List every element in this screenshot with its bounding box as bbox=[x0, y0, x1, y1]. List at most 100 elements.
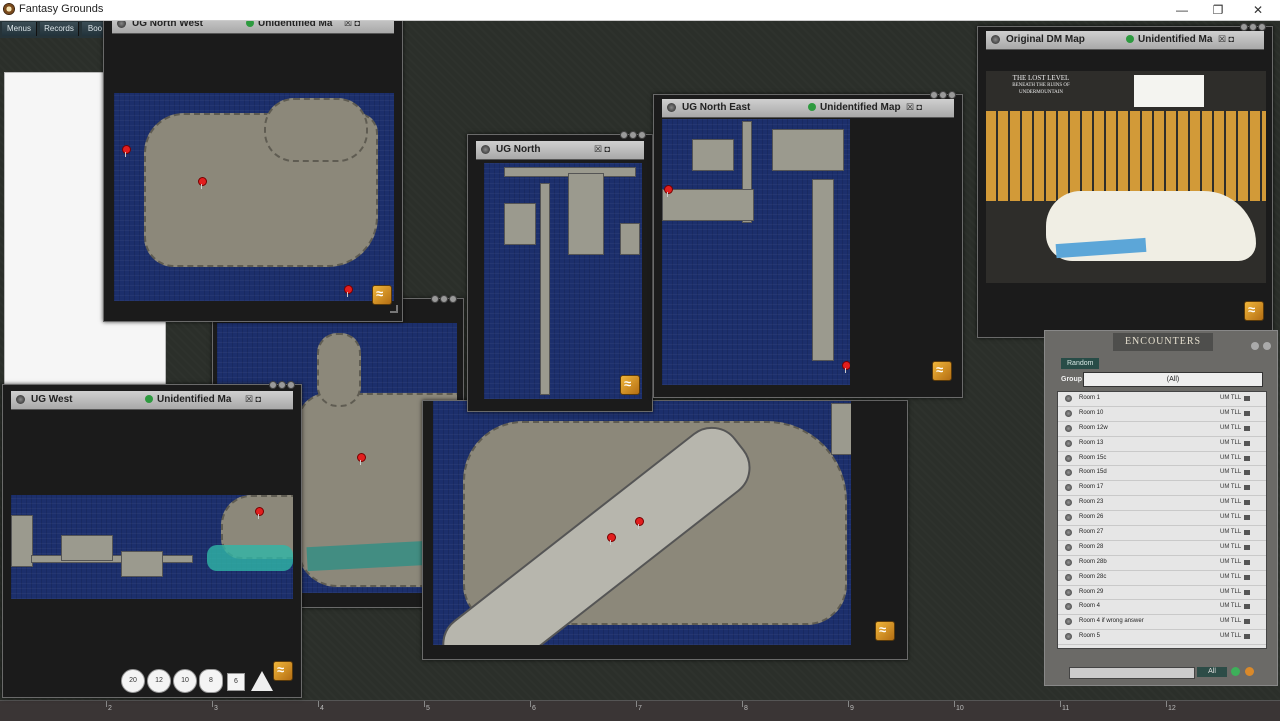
map-pin-icon[interactable] bbox=[357, 453, 366, 462]
ug-north-east-window[interactable]: UG North East Unidentified Map ☒ ◘ bbox=[653, 94, 963, 398]
encounter-row[interactable]: Room 27UM TLL bbox=[1058, 526, 1266, 541]
share-map-icon[interactable] bbox=[372, 285, 392, 305]
encounter-row[interactable]: Room 12wUM TLL bbox=[1058, 422, 1266, 437]
map-image[interactable] bbox=[433, 401, 851, 645]
d4-icon[interactable] bbox=[251, 671, 273, 691]
lock-icon[interactable]: ☒ ◘ bbox=[906, 102, 922, 113]
window-header[interactable]: UG North ☒ ◘ bbox=[476, 141, 644, 160]
encounter-link-icon[interactable] bbox=[1065, 544, 1072, 551]
share-map-icon[interactable] bbox=[932, 361, 952, 381]
d12-icon[interactable]: 12 bbox=[147, 669, 171, 693]
encounters-panel[interactable]: ENCOUNTERS Random Group (All) Room 1UM T… bbox=[1044, 330, 1278, 686]
map-image[interactable]: THE LOST LEVEL BENEATH THE RUINS OF UNDE… bbox=[986, 71, 1266, 283]
encounter-link-icon[interactable] bbox=[1065, 559, 1072, 566]
maximize-button[interactable]: ❐ bbox=[1208, 2, 1228, 18]
identified-toggle-icon[interactable] bbox=[1126, 35, 1134, 43]
lock-icon[interactable]: ☒ ◘ bbox=[1218, 34, 1234, 45]
encounter-link-icon[interactable] bbox=[1065, 603, 1072, 610]
search-input[interactable] bbox=[1069, 667, 1195, 679]
encounter-row[interactable]: Room 17UM TLL bbox=[1058, 481, 1266, 496]
all-filter-button[interactable]: All bbox=[1197, 667, 1227, 677]
encounter-link-icon[interactable] bbox=[1065, 618, 1072, 625]
share-map-icon[interactable] bbox=[1244, 301, 1264, 321]
window-menu-icon[interactable] bbox=[667, 103, 676, 112]
encounter-link-icon[interactable] bbox=[1065, 514, 1072, 521]
encounter-row[interactable]: Room 15cUM TLL bbox=[1058, 452, 1266, 467]
window-header[interactable]: UG North East Unidentified Map ☒ ◘ bbox=[662, 99, 954, 118]
identified-status[interactable]: Unidentified Ma bbox=[145, 394, 231, 405]
encounter-link-icon[interactable] bbox=[1065, 589, 1072, 596]
records-button[interactable]: Records bbox=[40, 22, 79, 36]
map-pin-icon[interactable] bbox=[344, 285, 353, 294]
ug-west-window[interactable]: UG West Unidentified Ma ☒ ◘ 20 12 10 8 6 bbox=[2, 384, 302, 698]
map-image[interactable] bbox=[484, 163, 642, 399]
window-header[interactable]: Original DM Map Unidentified Ma ☒ ◘ bbox=[986, 31, 1264, 50]
resize-handle-icon[interactable] bbox=[390, 305, 398, 313]
encounter-row[interactable]: Room 15dUM TLL bbox=[1058, 466, 1266, 481]
encounter-row[interactable]: Room 4UM TLL bbox=[1058, 600, 1266, 615]
window-header[interactable]: UG West Unidentified Ma ☒ ◘ bbox=[11, 391, 293, 410]
identified-toggle-icon[interactable] bbox=[145, 395, 153, 403]
add-icon[interactable] bbox=[1231, 667, 1240, 676]
map-pin-icon[interactable] bbox=[198, 177, 207, 186]
encounter-link-icon[interactable] bbox=[1065, 633, 1072, 640]
encounter-row[interactable]: Room 1UM TLL bbox=[1058, 392, 1266, 407]
minimize-button[interactable]: — bbox=[1172, 2, 1192, 18]
window-menu-icon[interactable] bbox=[16, 395, 25, 404]
encounter-row[interactable]: Room 13UM TLL bbox=[1058, 437, 1266, 452]
map-image[interactable] bbox=[11, 495, 293, 599]
share-map-icon[interactable] bbox=[620, 375, 640, 395]
encounter-row[interactable]: Room 28cUM TLL bbox=[1058, 571, 1266, 586]
random-tab[interactable]: Random bbox=[1061, 358, 1099, 369]
d8-icon[interactable]: 8 bbox=[199, 669, 223, 693]
map-image[interactable] bbox=[114, 93, 394, 301]
encounter-row[interactable]: Room 26UM TLL bbox=[1058, 511, 1266, 526]
edit-icon[interactable] bbox=[1245, 667, 1254, 676]
d20-icon[interactable]: 20 bbox=[121, 669, 145, 693]
encounter-link-icon[interactable] bbox=[1065, 440, 1072, 447]
encounter-link-icon[interactable] bbox=[1065, 484, 1072, 491]
map-pin-icon[interactable] bbox=[664, 185, 673, 194]
identified-status[interactable]: Unidentified Ma bbox=[1126, 34, 1212, 45]
encounter-row[interactable]: Room 28UM TLL bbox=[1058, 541, 1266, 556]
encounter-link-icon[interactable] bbox=[1065, 425, 1072, 432]
encounter-link-icon[interactable] bbox=[1065, 455, 1072, 462]
window-menu-icon[interactable] bbox=[481, 145, 490, 154]
original-dm-map-window[interactable]: Original DM Map Unidentified Ma ☒ ◘ THE … bbox=[977, 26, 1273, 338]
encounter-row[interactable]: Room 23UM TLL bbox=[1058, 496, 1266, 511]
encounter-row[interactable]: Room 4 if wrong answerUM TLL bbox=[1058, 615, 1266, 630]
d6-icon[interactable]: 6 bbox=[227, 673, 245, 691]
window-menu-icon[interactable] bbox=[991, 35, 1000, 44]
identified-status[interactable]: Unidentified Map bbox=[808, 102, 901, 113]
group-select[interactable]: (All) bbox=[1083, 372, 1263, 387]
encounter-row[interactable]: Room 5UM TLL bbox=[1058, 630, 1266, 645]
share-map-icon[interactable] bbox=[273, 661, 293, 681]
encounter-row[interactable]: Room 29UM TLL bbox=[1058, 586, 1266, 601]
encounter-link-icon[interactable] bbox=[1065, 469, 1072, 476]
lock-icon[interactable]: ☒ ◘ bbox=[245, 394, 261, 405]
d10-icon[interactable]: 10 bbox=[173, 669, 197, 693]
map-pin-icon[interactable] bbox=[842, 361, 850, 370]
encounter-link-icon[interactable] bbox=[1065, 648, 1072, 649]
identified-toggle-icon[interactable] bbox=[808, 103, 816, 111]
map-pin-icon[interactable] bbox=[635, 517, 644, 526]
close-button[interactable]: ✕ bbox=[1248, 2, 1268, 18]
encounter-link-icon[interactable] bbox=[1065, 574, 1072, 581]
encounter-link-icon[interactable] bbox=[1065, 499, 1072, 506]
encounter-list[interactable]: Room 1UM TLLRoom 10UM TLLRoom 12wUM TLLR… bbox=[1057, 391, 1267, 649]
encounter-link-icon[interactable] bbox=[1065, 529, 1072, 536]
map-pin-icon[interactable] bbox=[607, 533, 616, 542]
encounter-link-icon[interactable] bbox=[1065, 410, 1072, 417]
menus-button[interactable]: Menus bbox=[2, 22, 37, 36]
map-pin-icon[interactable] bbox=[122, 145, 131, 154]
encounter-row[interactable]: Room 10UM TLL bbox=[1058, 407, 1266, 422]
ug-north-window[interactable]: UG North ☒ ◘ bbox=[467, 134, 653, 412]
map-pin-icon[interactable] bbox=[255, 507, 264, 516]
ug-north-west-window[interactable]: UG North West Unidentified Ma ☒ ◘ bbox=[103, 10, 403, 322]
encounter-link-icon[interactable] bbox=[1065, 395, 1072, 402]
encounter-row[interactable]: Room 7UM TLL bbox=[1058, 645, 1266, 649]
lock-icon[interactable]: ☒ ◘ bbox=[594, 144, 610, 155]
map-image[interactable] bbox=[662, 119, 850, 385]
encounter-row[interactable]: Room 28bUM TLL bbox=[1058, 556, 1266, 571]
share-map-icon[interactable] bbox=[875, 621, 895, 641]
